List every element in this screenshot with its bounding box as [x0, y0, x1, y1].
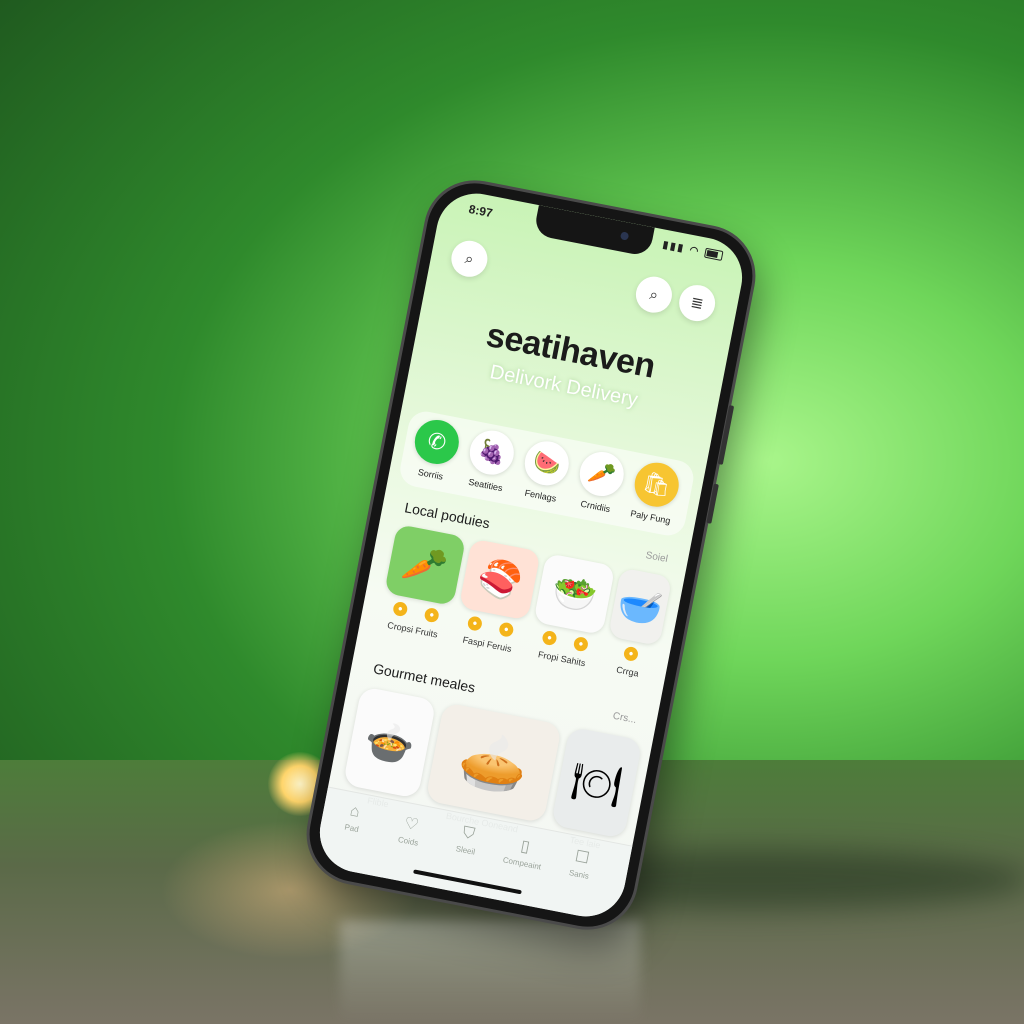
gourmet-see-all-link[interactable]: Crs... — [612, 711, 638, 726]
badge-icon: ● — [498, 621, 515, 638]
category-crnidiis[interactable]: 🥕 Crnidiis — [568, 447, 632, 516]
tab-compeaint[interactable]: ▯ Compeaint — [497, 832, 552, 873]
carrots-icon: 🥕 — [384, 523, 467, 607]
phone-icon: ✆ — [411, 416, 463, 468]
category-fenlags[interactable]: 🍉 Fenlags — [513, 437, 577, 506]
watermelon-icon: 🍉 — [520, 437, 573, 490]
menu-icon: ≣ — [689, 294, 705, 314]
category-label: Sorriis — [417, 467, 445, 482]
salad-icon: 🥗 — [533, 552, 616, 636]
local-see-all-link[interactable]: Soiel — [645, 550, 669, 565]
battery-icon — [703, 248, 724, 262]
tab-coids[interactable]: ♡ Coids — [383, 810, 438, 851]
cup-dish-icon: 🍲 — [342, 686, 437, 799]
status-bar: 8:97 ▮▮▮ ◠ — [467, 201, 724, 267]
category-label: Fenlags — [523, 487, 558, 504]
signal-icon: ▮▮▮ — [661, 239, 686, 255]
category-seatities[interactable]: 🍇 Seatities — [458, 426, 522, 495]
side-button — [717, 405, 735, 465]
plate-icon: 🍽 — [550, 726, 643, 839]
badge-icon: ● — [622, 645, 640, 663]
fish-icon: 🍣 — [458, 538, 541, 621]
side-button — [706, 483, 719, 524]
menu-button[interactable]: ≣ — [676, 281, 719, 325]
status-icons: ▮▮▮ ◠ — [662, 240, 724, 262]
status-time: 8:97 — [467, 201, 494, 221]
home-indicator[interactable] — [413, 869, 522, 895]
item-name: Crrga — [615, 664, 640, 679]
bowl-icon: 🥣 — [607, 567, 673, 647]
local-item-card[interactable]: 🥗 ● ● Fropi Sahits — [526, 552, 616, 670]
search-button[interactable]: ⌕ — [632, 273, 676, 316]
tab-sleeil[interactable]: ⛉ Sleeil — [440, 821, 495, 860]
search-button-left[interactable]: ⌕ — [448, 237, 491, 280]
local-item-card[interactable]: 🍣 ● ● Faspi Feruis — [452, 538, 541, 655]
phone-reflection — [340, 920, 640, 1024]
pie-icon: 🥧 — [425, 702, 563, 824]
local-section-title: Local poduies — [403, 499, 492, 532]
category-paly-fung[interactable]: 🛍 Paly Fung — [623, 458, 687, 527]
category-sorriis[interactable]: ✆ Sorriis — [403, 415, 467, 484]
category-label: Paly Fung — [629, 508, 672, 526]
badge-icon: ● — [423, 606, 440, 624]
badge-icon: ● — [392, 600, 409, 618]
local-item-card[interactable]: 🥕 ● ● Cropsi Fruits — [377, 523, 467, 641]
category-label: Seatities — [467, 476, 504, 494]
badge-icon: ● — [466, 615, 484, 632]
berries-icon: 🍇 — [466, 426, 518, 479]
tab-sanis[interactable]: ☐ Sanis — [554, 843, 609, 884]
bag-icon: 🛍 — [630, 458, 683, 511]
item-badges: ● — [604, 642, 658, 666]
category-label: Crnidiis — [579, 498, 612, 515]
badge-icon: ● — [572, 635, 590, 653]
tab-pad[interactable]: ⌂ Pad — [326, 798, 381, 837]
search-icon: ⌕ — [648, 285, 660, 304]
search-icon: ⌕ — [463, 249, 476, 268]
vegetables-icon: 🥕 — [575, 448, 628, 500]
wifi-icon: ◠ — [688, 244, 702, 258]
badge-icon: ● — [541, 629, 558, 647]
